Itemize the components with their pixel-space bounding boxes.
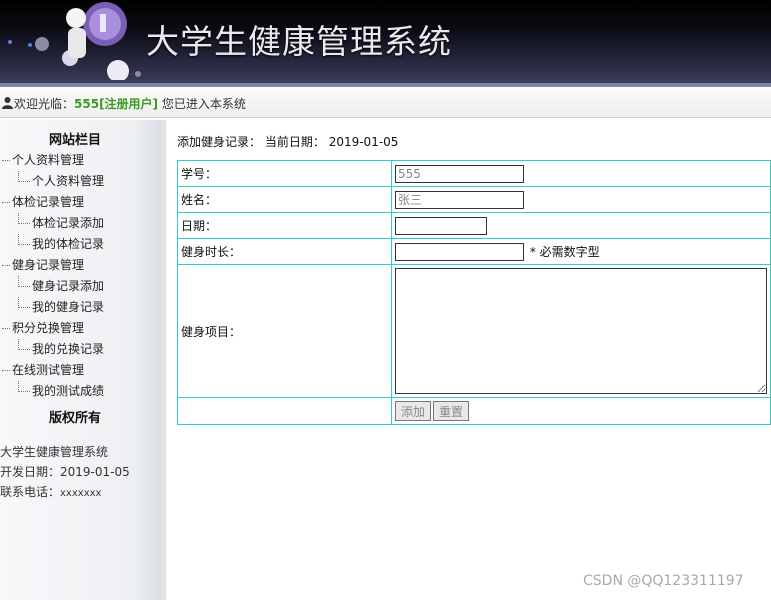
user-icon <box>2 97 13 109</box>
fitness-record-form: 学号： 姓名： 日期： 健身时长： * 必需数字型 健身项目： 添加重置 <box>177 160 771 425</box>
username: 555[注册用户] <box>74 97 159 111</box>
name-input[interactable] <box>395 190 524 209</box>
phone-row: 联系电话：xxxxxxx <box>0 482 130 504</box>
nav-item-checkup-add[interactable]: 体检记录添加 <box>0 213 160 234</box>
page-info: 添加健身记录： 当前日期： 2019-01-05 <box>177 133 398 150</box>
welcome-suffix: 您已进入本系统 <box>158 97 246 111</box>
nav-tree: 个人资料管理 个人资料管理 体检记录管理 体检记录添加 我的体检记录 健身记录管… <box>0 150 160 402</box>
phone-label: 联系电话： <box>0 485 61 499</box>
student-id-label: 学号： <box>177 160 392 187</box>
banner-divider <box>0 83 771 87</box>
nav-item-my-exchanges[interactable]: 我的兑换记录 <box>0 339 160 360</box>
header-banner: 大学生健康管理系统 <box>0 0 771 83</box>
welcome-prefix: 欢迎光临： <box>14 97 75 111</box>
logo-icon <box>66 2 127 58</box>
nav-group-fitness[interactable]: 健身记录管理 <box>0 255 160 276</box>
project-label: 健身项目： <box>177 264 392 398</box>
sidebar-heading: 网站栏目 <box>48 133 101 148</box>
actions-label-cell <box>177 397 392 425</box>
nav-item-profile[interactable]: 个人资料管理 <box>0 171 160 192</box>
copyright-heading: 版权所有 <box>48 411 101 426</box>
sidebar: 网站栏目 个人资料管理 个人资料管理 体检记录管理 体检记录添加 我的体检记录 … <box>0 120 166 600</box>
date-cell <box>391 212 771 239</box>
add-button[interactable]: 添加 <box>395 401 432 421</box>
date-label: 日期： <box>177 212 392 239</box>
dev-date-label: 开发日期： <box>0 465 61 479</box>
form-row-name: 姓名： <box>177 186 771 213</box>
form-row-date: 日期： <box>177 212 771 239</box>
page-title: 大学生健康管理系统 <box>146 22 452 61</box>
sidebar-separator <box>162 120 166 600</box>
name-cell <box>391 186 771 213</box>
project-textarea[interactable] <box>395 268 767 394</box>
student-id-cell <box>391 160 771 187</box>
nav-item-my-test-scores[interactable]: 我的测试成绩 <box>0 381 160 402</box>
nav-group-checkup[interactable]: 体检记录管理 <box>0 192 160 213</box>
duration-note: * 必需数字型 <box>529 244 600 259</box>
duration-cell: * 必需数字型 <box>391 238 771 265</box>
current-date-label: 当前日期： <box>264 135 325 149</box>
dev-date: 2019-01-05 <box>60 465 130 479</box>
nav-group-profile[interactable]: 个人资料管理 <box>0 150 160 171</box>
form-row-actions: 添加 重置 <box>177 397 771 425</box>
form-row-project: 健身项目： <box>177 264 771 398</box>
phone: xxxxxxx <box>60 488 102 499</box>
nav-item-my-fitness[interactable]: 我的健身记录 <box>0 297 160 318</box>
name-label: 姓名： <box>177 186 392 213</box>
system-name: 大学生健康管理系统 <box>0 445 109 459</box>
welcome-text: 欢迎光临：555[注册用户] 您已进入本系统 <box>14 95 246 112</box>
student-id-input[interactable] <box>395 164 524 183</box>
form-row-student-id: 学号： <box>177 160 771 187</box>
current-date: 2019-01-05 <box>328 135 399 149</box>
actions-cell: 添加 重置 <box>391 397 771 425</box>
site-info: 大学生健康管理系统 开发日期：2019-01-05 联系电话：xxxxxxx <box>0 442 130 504</box>
dev-date-row: 开发日期：2019-01-05 <box>0 462 130 482</box>
form-title: 添加健身记录： <box>177 135 262 149</box>
duration-label: 健身时长： <box>177 238 392 265</box>
form-row-duration: 健身时长： * 必需数字型 <box>177 238 771 265</box>
watermark: CSDN @QQ123311197 <box>583 573 744 589</box>
nav-item-fitness-add[interactable]: 健身记录添加 <box>0 276 160 297</box>
nav-group-points[interactable]: 积分兑换管理 <box>0 318 160 339</box>
reset-button[interactable]: 重置 <box>433 401 470 421</box>
nav-group-test[interactable]: 在线测试管理 <box>0 360 160 381</box>
project-cell <box>391 264 771 398</box>
date-input[interactable] <box>395 216 487 235</box>
welcome-bar: 欢迎光临：555[注册用户] 您已进入本系统 <box>0 89 771 118</box>
duration-input[interactable] <box>395 242 524 261</box>
nav-item-my-checkups[interactable]: 我的体检记录 <box>0 234 160 255</box>
